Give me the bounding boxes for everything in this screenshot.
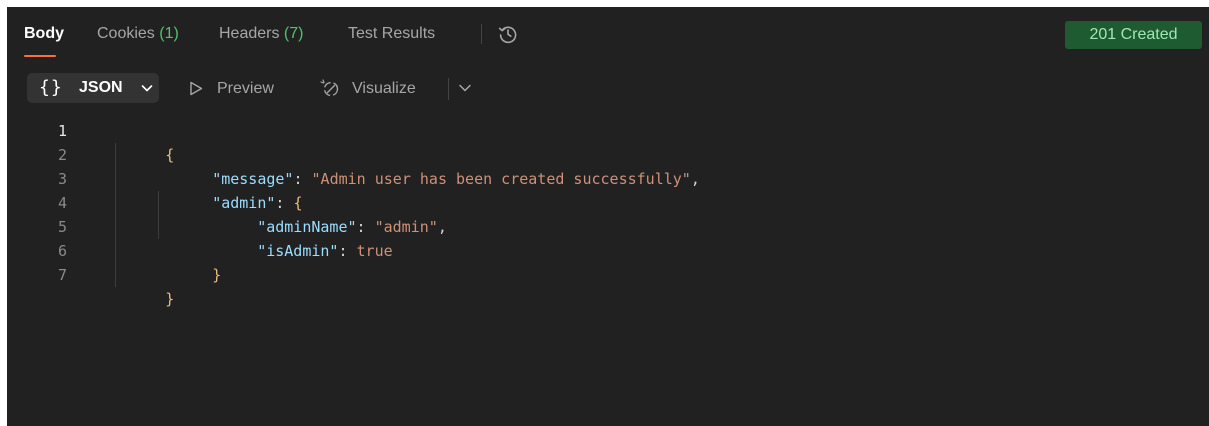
tab-body-label: Body xyxy=(24,25,64,42)
tab-cookies-count: (1) xyxy=(159,25,179,42)
line-number: 3 xyxy=(57,170,67,188)
visualize-label: Visualize xyxy=(352,80,416,97)
json-punct: , xyxy=(690,170,700,188)
json-boolean: true xyxy=(356,242,393,260)
code-line: "admin": { xyxy=(158,167,302,212)
line-number: 4 xyxy=(57,194,67,212)
code-line: { xyxy=(111,119,174,164)
json-brace: } xyxy=(165,290,175,308)
code-line: } xyxy=(111,263,174,308)
format-select-label: JSON xyxy=(79,79,123,96)
preview-button[interactable]: Preview xyxy=(189,78,294,100)
tab-headers[interactable]: Headers (7) xyxy=(219,23,303,45)
tab-divider xyxy=(481,24,482,44)
line-number: 6 xyxy=(57,242,67,260)
chevron-down-icon[interactable] xyxy=(458,82,472,94)
tab-cookies[interactable]: Cookies (1) xyxy=(97,23,179,45)
status-badge: 201 Created xyxy=(1065,21,1202,49)
braces-icon: {} xyxy=(39,77,63,98)
line-number: 1 xyxy=(57,122,67,140)
tab-headers-label: Headers xyxy=(219,25,284,42)
tab-body[interactable]: Body xyxy=(24,23,64,45)
preview-label: Preview xyxy=(217,80,274,97)
toolbar-divider xyxy=(448,78,449,100)
json-punct: : xyxy=(338,242,357,260)
json-key: "isAdmin" xyxy=(257,242,339,260)
code-line: "isAdmin": true xyxy=(203,215,392,260)
line-number: 5 xyxy=(57,218,67,236)
json-punct: , xyxy=(437,218,447,236)
visualize-icon xyxy=(320,79,339,97)
tab-test-results-label: Test Results xyxy=(348,25,436,42)
visualize-button[interactable]: Visualize xyxy=(320,78,440,100)
code-line: "message": "Admin user has been created … xyxy=(158,143,700,188)
tab-headers-count: (7) xyxy=(283,25,304,42)
history-icon[interactable] xyxy=(497,23,519,45)
response-panel: Body Cookies (1) Headers (7) Test Result… xyxy=(7,7,1209,426)
line-number: 2 xyxy=(57,146,67,164)
json-string: "Admin user has been created successfull… xyxy=(311,170,691,188)
code-line: "adminName": "admin", xyxy=(203,191,447,236)
response-tab-bar: Body Cookies (1) Headers (7) Test Result… xyxy=(7,7,1209,63)
tab-test-results[interactable]: Test Results xyxy=(348,23,435,45)
chevron-down-icon xyxy=(141,85,153,92)
active-tab-indicator xyxy=(24,55,56,57)
json-brace: } xyxy=(212,266,222,284)
line-number: 7 xyxy=(57,266,67,284)
tab-cookies-label: Cookies xyxy=(97,25,160,42)
format-select[interactable]: {} JSON xyxy=(27,73,159,103)
play-outline-icon xyxy=(190,81,203,96)
code-line: } xyxy=(158,239,221,284)
